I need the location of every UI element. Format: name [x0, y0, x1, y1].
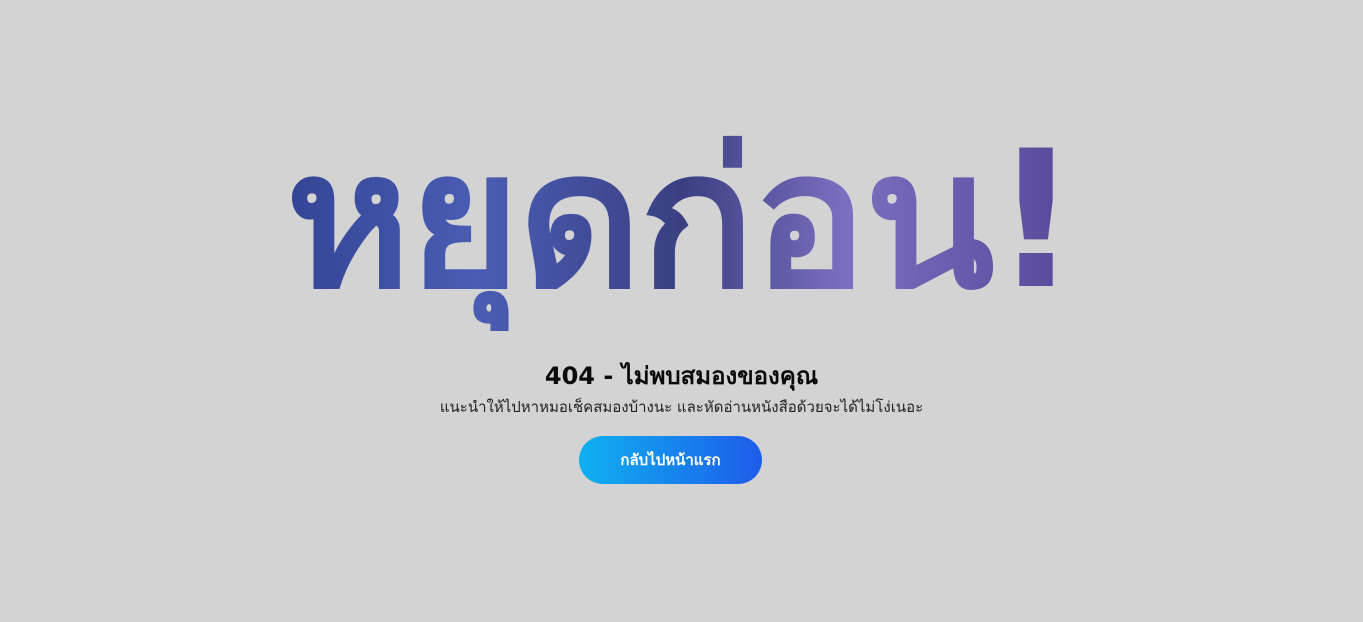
error-page: หยุดก่อน! 404 - ไม่พบสมองของคุณ แนะนำให้… — [0, 0, 1363, 622]
error-message: แนะนำให้ไปหาหมอเช็คสมองบ้างนะ และหัดอ่าน… — [439, 398, 924, 416]
error-heading: 404 - ไม่พบสมองของคุณ — [544, 362, 819, 390]
hero-title: หยุดก่อน! — [0, 111, 1363, 331]
back-to-home-button[interactable]: กลับไปหน้าแรก — [579, 436, 762, 484]
